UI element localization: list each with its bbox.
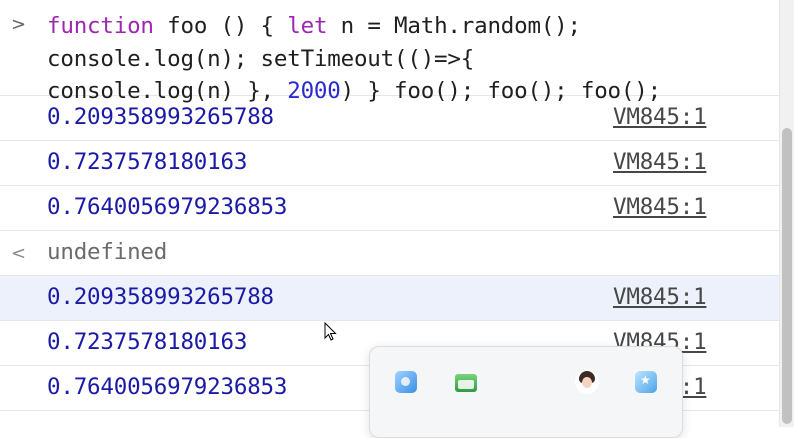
code-text: n = Math.random(); (327, 13, 581, 39)
code-text: foo () { (153, 13, 288, 39)
scrollbar-thumb[interactable] (782, 128, 792, 424)
log-row: 0.7640056979236853 VM845:1 (0, 186, 780, 231)
app-icon-blue[interactable] (395, 371, 417, 393)
folder-icon[interactable] (455, 374, 477, 392)
star-app-icon[interactable] (635, 371, 657, 393)
return-value-row: < undefined (0, 231, 780, 276)
return-value: undefined (47, 239, 168, 265)
log-value: 0.7237578180163 (47, 149, 248, 175)
log-value: 0.7640056979236853 (47, 374, 288, 400)
keyword-function: function (47, 13, 154, 39)
code-line-1: function foo () { let n = Math.random(); (47, 10, 780, 43)
mouse-cursor-icon (324, 322, 337, 341)
log-source-link[interactable]: VM845:1 (613, 284, 707, 310)
log-source-link[interactable]: VM845:1 (613, 149, 707, 175)
keyword-let: let (287, 13, 328, 39)
log-value: 0.209358993265788 (47, 284, 274, 310)
scrollbar-track[interactable] (779, 0, 794, 427)
log-value: 0.7640056979236853 (47, 194, 288, 220)
return-arrow-icon: < (11, 243, 27, 264)
prompt-chevron-icon: > (11, 14, 27, 35)
log-source-link[interactable]: VM845:1 (613, 104, 707, 130)
log-row-hovered: 0.209358993265788 VM845:1 (0, 276, 780, 321)
log-value: 0.209358993265788 (47, 104, 274, 130)
log-value: 0.7237578180163 (47, 329, 248, 355)
log-row: 0.7237578180163 VM845:1 (0, 141, 780, 186)
log-row: 0.209358993265788 VM845:1 (0, 96, 780, 141)
log-source-link[interactable]: VM845:1 (613, 194, 707, 220)
console-input-entry[interactable]: > function foo () { let n = Math.random(… (0, 0, 780, 104)
code-line-2: console.log(n); setTimeout(()=>{ (47, 45, 475, 72)
avatar-icon[interactable] (575, 370, 599, 394)
taskbar-popup (369, 346, 683, 438)
